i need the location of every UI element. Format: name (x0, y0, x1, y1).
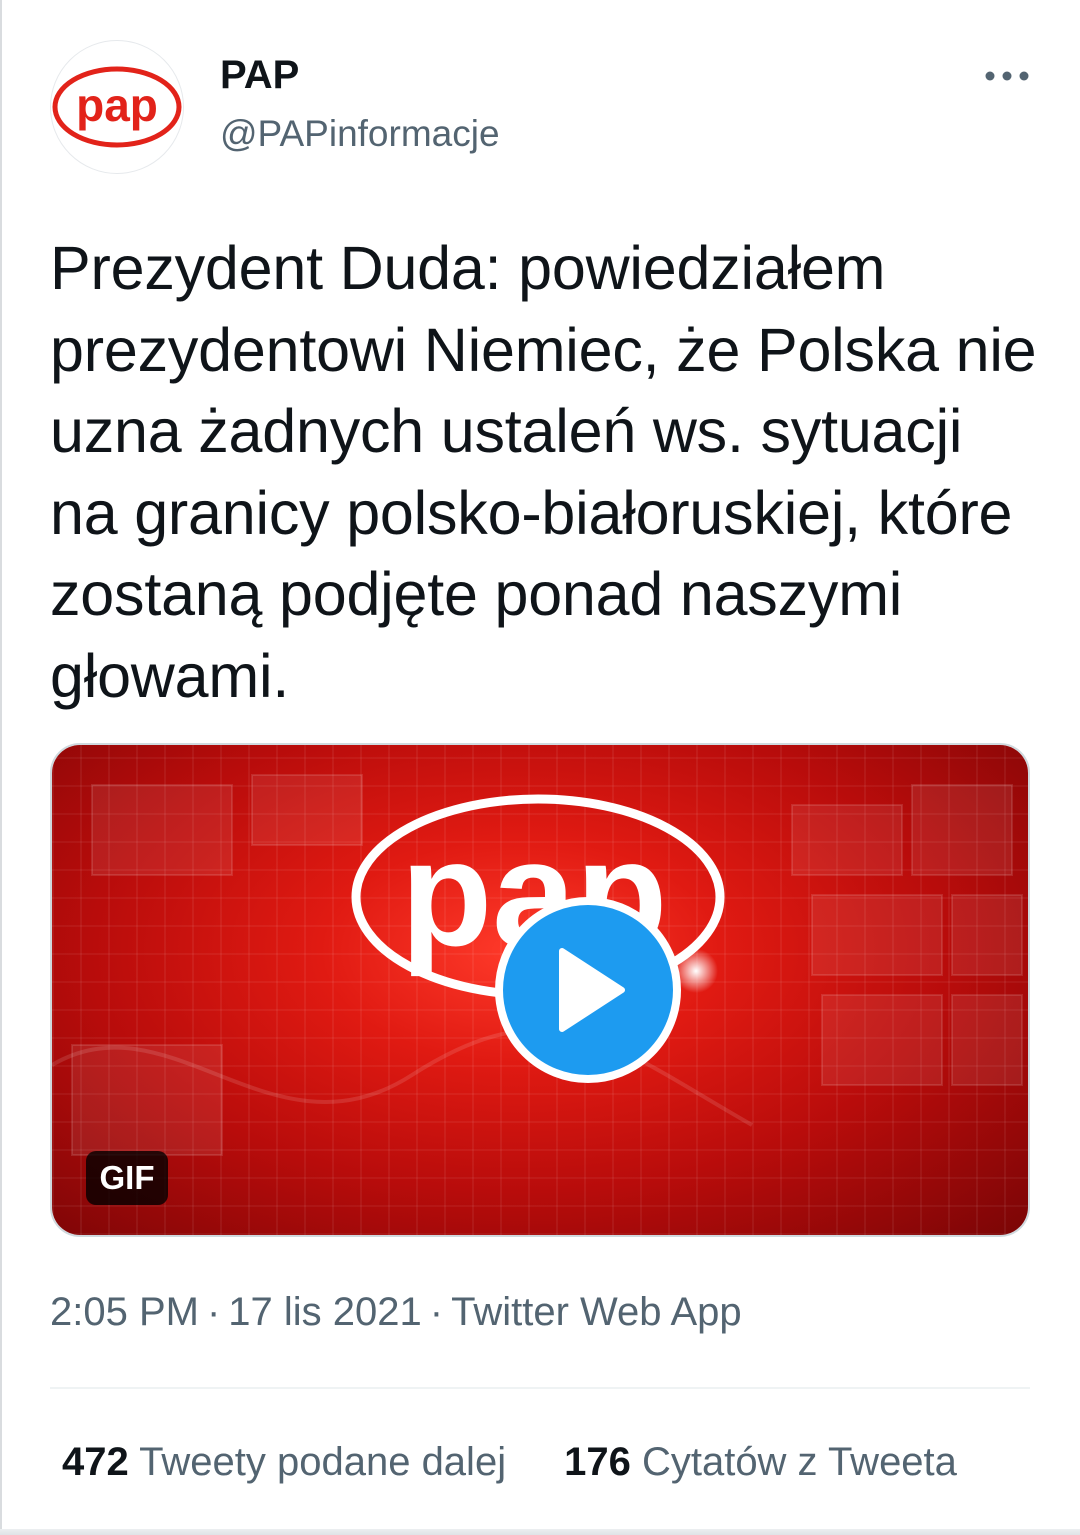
meta-separator: · (206, 1290, 221, 1334)
tweet-text: Prezydent Duda: powiedziałem prezydentow… (50, 234, 1037, 710)
bottom-border (0, 1529, 1080, 1535)
more-options-button[interactable] (978, 56, 1036, 96)
retweets-count: 472 (62, 1440, 129, 1484)
left-border (0, 0, 2, 1535)
retweets-stat[interactable]: 472 Tweety podane dalej (62, 1438, 506, 1486)
tweet-time[interactable]: 2:05 PM (50, 1290, 199, 1334)
avatar-logo-text: pap (76, 79, 158, 131)
play-button[interactable] (495, 897, 681, 1083)
divider (50, 1387, 1030, 1389)
retweets-label: Tweety podane dalej (139, 1440, 507, 1484)
quote-tweets-count: 176 (564, 1440, 631, 1484)
play-icon (559, 948, 625, 1032)
tweet-stats: 472 Tweety podane dalej 176 Cytatów z Tw… (62, 1438, 957, 1486)
tweet-source[interactable]: Twitter Web App (451, 1290, 742, 1334)
display-name[interactable]: PAP (220, 52, 299, 98)
gif-badge: GIF (86, 1151, 168, 1205)
tweet-date[interactable]: 17 lis 2021 (228, 1290, 421, 1334)
quote-tweets-stat[interactable]: 176 Cytatów z Tweeta (564, 1438, 957, 1486)
quote-tweets-label: Cytatów z Tweeta (641, 1440, 957, 1484)
more-horizontal-icon (985, 71, 1029, 81)
pap-logo-avatar-icon: pap (52, 66, 182, 148)
media-gif-player[interactable]: pap GIF (50, 743, 1030, 1237)
meta-separator: · (429, 1290, 444, 1334)
avatar[interactable]: pap (50, 40, 184, 174)
user-handle[interactable]: @PAPinformacje (220, 112, 500, 156)
tweet-meta: 2:05 PM · 17 lis 2021 · Twitter Web App (50, 1288, 742, 1336)
